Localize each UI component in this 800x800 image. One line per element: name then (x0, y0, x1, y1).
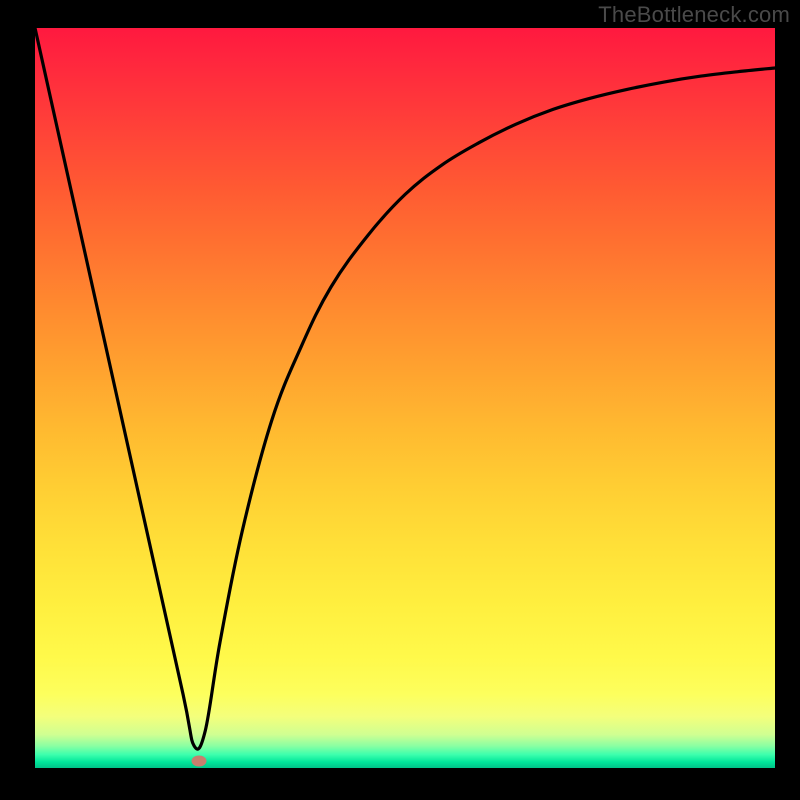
curve-path (35, 28, 775, 749)
bottleneck-curve (35, 28, 775, 768)
plot-area (35, 28, 775, 768)
optimum-marker (192, 755, 207, 766)
chart-frame: TheBottleneck.com (0, 0, 800, 800)
watermark-text: TheBottleneck.com (598, 2, 790, 28)
